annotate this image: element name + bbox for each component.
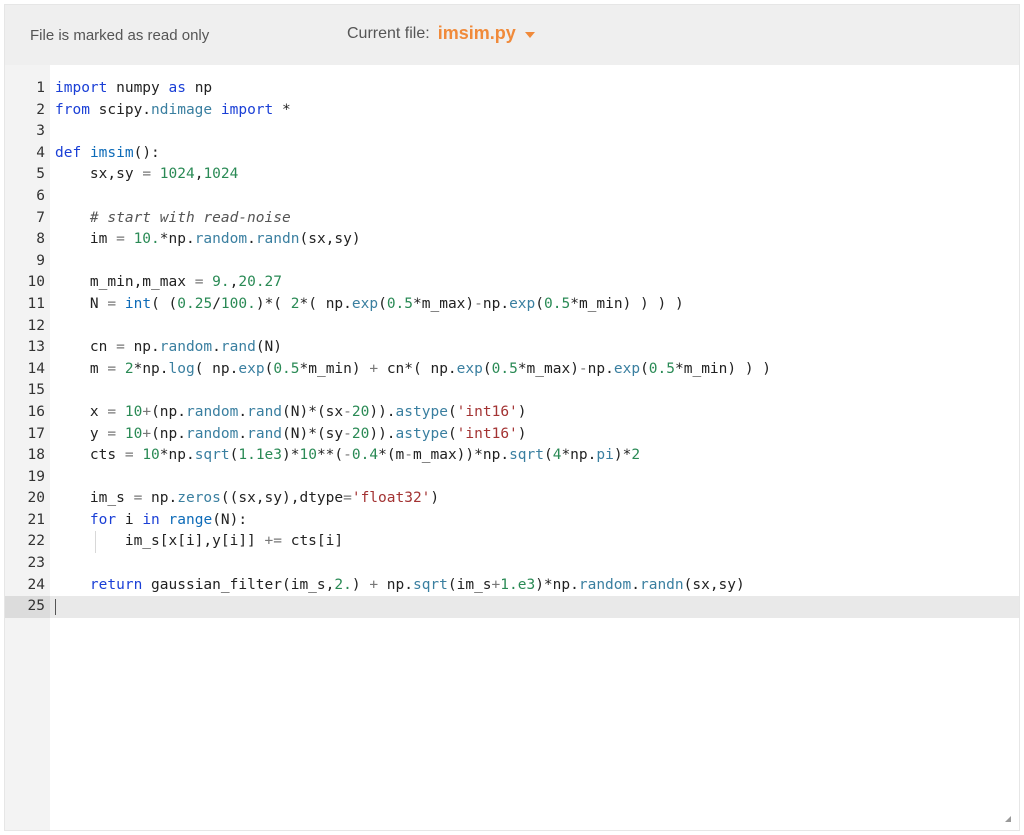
line-number: 9 [36, 252, 45, 269]
code-line[interactable]: 23 [5, 553, 1019, 575]
line-number: 18 [27, 447, 45, 464]
code-line[interactable]: 24 return gaussian_filter(im_s,2.) + np.… [5, 575, 1019, 597]
line-number: 3 [36, 123, 45, 140]
code-line[interactable]: 13 cn = np.random.rand(N) [5, 337, 1019, 359]
line-number: 7 [36, 209, 45, 226]
code-text[interactable]: for i in range(N): [55, 510, 247, 532]
chevron-down-icon[interactable] [524, 31, 535, 38]
code-line[interactable]: 14 m = 2*np.log( np.exp(0.5*m_min) + cn*… [5, 359, 1019, 381]
code-line[interactable]: 1 import numpy as np [5, 78, 1019, 100]
code-text[interactable]: return gaussian_filter(im_s,2.) + np.sqr… [55, 575, 745, 597]
line-number: 10 [27, 274, 45, 291]
code-text[interactable]: N = int( (0.25/100.)*( 2*( np.exp(0.5*m_… [55, 294, 684, 316]
code-line[interactable]: 22 im_s[x[i],y[i]] += cts[i] [5, 531, 1019, 554]
code-lines[interactable]: 1 import numpy as np 2 from scipy.ndimage i… [5, 78, 1019, 618]
current-file-name[interactable]: imsim.py [438, 23, 516, 44]
code-text[interactable]: sx,sy = 1024,1024 [55, 164, 238, 186]
code-text[interactable]: from scipy.ndimage import * [55, 100, 291, 122]
current-file-label: Current file: [347, 24, 430, 42]
code-line[interactable]: 18 cts = 10*np.sqrt(1.1e3)*10**(-0.4*(m-… [5, 445, 1019, 467]
code-viewer-window: File is marked as read only Current file… [4, 4, 1020, 831]
code-line[interactable]: 16 x = 10+(np.random.rand(N)*(sx-20)).as… [5, 402, 1019, 424]
code-line[interactable]: 11 N = int( (0.25/100.)*( 2*( np.exp(0.5… [5, 294, 1019, 316]
indent-guide [95, 531, 96, 554]
file-toolbar: File is marked as read only Current file… [5, 5, 1019, 65]
code-text[interactable]: im = 10.*np.random.randn(sx,sy) [55, 229, 361, 251]
code-line[interactable]: 3 [5, 121, 1019, 143]
line-number: 6 [36, 187, 45, 204]
code-line[interactable]: 9 [5, 251, 1019, 273]
code-text[interactable]: cn = np.random.rand(N) [55, 337, 282, 359]
current-file-selector[interactable]: Current file: imsim.py [347, 23, 535, 44]
line-number: 21 [27, 511, 45, 528]
code-line[interactable]: 5 sx,sy = 1024,1024 [5, 164, 1019, 186]
line-number: 19 [27, 468, 45, 485]
code-text[interactable]: m_min,m_max = 9.,20.27 [55, 272, 282, 294]
line-number: 1 [36, 80, 45, 96]
line-number: 12 [27, 317, 45, 334]
code-line[interactable]: 6 [5, 186, 1019, 208]
line-number: 20 [27, 490, 45, 507]
line-number: 17 [27, 425, 45, 442]
line-number: 22 [27, 533, 45, 550]
resize-handle-icon[interactable] [1005, 816, 1011, 822]
line-number: 23 [27, 555, 45, 572]
code-editor[interactable]: 1 import numpy as np 2 from scipy.ndimage i… [5, 65, 1019, 830]
line-number: 8 [36, 231, 45, 248]
line-number: 4 [36, 144, 45, 161]
line-number: 11 [27, 295, 45, 312]
code-text[interactable]: im_s[x[i],y[i]] += cts[i] [55, 531, 343, 553]
code-line[interactable]: 19 [5, 467, 1019, 489]
line-number: 16 [27, 403, 45, 420]
code-line[interactable]: 17 y = 10+(np.random.rand(N)*(sy-20)).as… [5, 424, 1019, 446]
line-number: 14 [27, 360, 45, 377]
code-line[interactable]: 15 [5, 380, 1019, 402]
code-text[interactable]: x = 10+(np.random.rand(N)*(sx-20)).astyp… [55, 402, 527, 424]
code-line[interactable]: 25 [5, 596, 1019, 618]
code-line[interactable]: 4 def imsim(): [5, 143, 1019, 165]
code-line[interactable]: 2 from scipy.ndimage import * [5, 100, 1019, 122]
line-number: 15 [27, 382, 45, 399]
code-text[interactable]: y = 10+(np.random.rand(N)*(sy-20)).astyp… [55, 424, 527, 446]
code-line[interactable]: 12 [5, 316, 1019, 338]
code-line[interactable]: 10 m_min,m_max = 9.,20.27 [5, 272, 1019, 294]
code-text[interactable]: import numpy as np [55, 78, 212, 100]
code-text[interactable]: def imsim(): [55, 143, 160, 165]
line-number: 24 [27, 576, 45, 593]
code-text[interactable]: m = 2*np.log( np.exp(0.5*m_min) + cn*( n… [55, 359, 771, 381]
code-line[interactable]: 20 im_s = np.zeros((sx,sy),dtype='float3… [5, 488, 1019, 510]
code-line[interactable]: 8 im = 10.*np.random.randn(sx,sy) [5, 229, 1019, 251]
code-text[interactable]: im_s = np.zeros((sx,sy),dtype='float32') [55, 488, 439, 510]
line-number: 13 [27, 339, 45, 356]
text-cursor [55, 599, 56, 616]
code-line[interactable]: 7 # start with read-noise [5, 208, 1019, 230]
line-number: 2 [36, 101, 45, 118]
line-number: 25 [5, 596, 50, 618]
line-number: 5 [36, 166, 45, 183]
code-text[interactable]: # start with read-noise [55, 208, 291, 230]
read-only-notice: File is marked as read only [30, 27, 210, 44]
code-line[interactable]: 21 for i in range(N): [5, 510, 1019, 532]
code-text[interactable]: cts = 10*np.sqrt(1.1e3)*10**(-0.4*(m-m_m… [55, 445, 640, 467]
